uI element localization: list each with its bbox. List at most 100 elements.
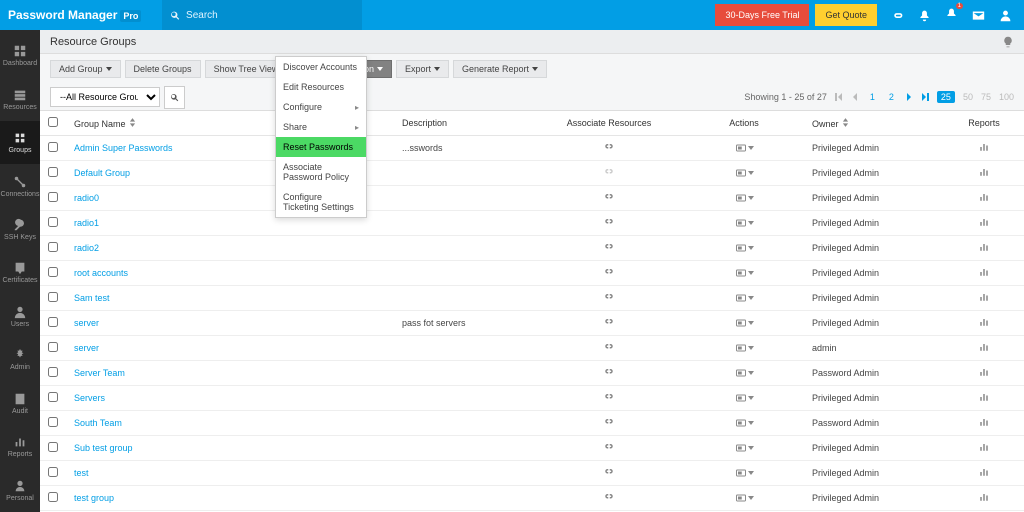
reports-icon[interactable]: [978, 341, 990, 353]
mail-icon[interactable]: [972, 9, 985, 22]
row-checkbox[interactable]: [48, 267, 58, 277]
user-icon[interactable]: [999, 9, 1012, 22]
link-icon[interactable]: [891, 9, 904, 22]
reports-icon[interactable]: [978, 241, 990, 253]
page-next-icon[interactable]: [905, 93, 913, 101]
associate-icon[interactable]: [603, 441, 615, 453]
reports-icon[interactable]: [978, 191, 990, 203]
pagesize-75[interactable]: 75: [981, 92, 991, 102]
col-reports[interactable]: Reports: [944, 111, 1024, 136]
group-name-link[interactable]: Sam test: [66, 286, 394, 311]
group-name-link[interactable]: Sub test group: [66, 436, 394, 461]
reports-icon[interactable]: [978, 266, 990, 278]
reports-icon[interactable]: [978, 166, 990, 178]
row-checkbox[interactable]: [48, 492, 58, 502]
row-checkbox[interactable]: [48, 342, 58, 352]
group-name-link[interactable]: South Team: [66, 411, 394, 436]
row-checkbox[interactable]: [48, 167, 58, 177]
group-name-link[interactable]: server: [66, 311, 394, 336]
page-first-icon[interactable]: [835, 93, 843, 101]
reports-icon[interactable]: [978, 391, 990, 403]
action-icon[interactable]: [735, 192, 747, 204]
action-icon[interactable]: [735, 167, 747, 179]
action-icon[interactable]: [735, 367, 747, 379]
col-desc[interactable]: Description: [394, 111, 534, 136]
pagesize-100[interactable]: 100: [999, 92, 1014, 102]
pagesize-50[interactable]: 50: [963, 92, 973, 102]
group-name-link[interactable]: root accounts: [66, 261, 394, 286]
sidebar-item-groups[interactable]: Groups: [0, 121, 40, 164]
free-trial-button[interactable]: 30-Days Free Trial: [715, 4, 809, 26]
page-1[interactable]: 1: [867, 90, 878, 104]
action-icon[interactable]: [735, 342, 747, 354]
col-owner[interactable]: Owner: [804, 111, 944, 136]
sidebar-item-certificates[interactable]: Certificates: [0, 251, 40, 294]
action-icon[interactable]: [735, 442, 747, 454]
sidebar-item-dashboard[interactable]: Dashboard: [0, 34, 40, 77]
page-2[interactable]: 2: [886, 90, 897, 104]
associate-icon[interactable]: [603, 141, 615, 153]
row-checkbox[interactable]: [48, 317, 58, 327]
menu-item[interactable]: Discover Accounts: [276, 57, 366, 77]
sidebar-item-users[interactable]: Users: [0, 295, 40, 338]
action-icon[interactable]: [735, 467, 747, 479]
reports-icon[interactable]: [978, 366, 990, 378]
associate-icon[interactable]: [603, 216, 615, 228]
associate-icon[interactable]: [603, 291, 615, 303]
associate-icon[interactable]: [603, 191, 615, 203]
col-assoc[interactable]: Associate Resources: [534, 111, 684, 136]
get-quote-button[interactable]: Get Quote: [815, 4, 877, 26]
reports-icon[interactable]: [978, 216, 990, 228]
group-name-link[interactable]: Servers: [66, 386, 394, 411]
row-checkbox[interactable]: [48, 292, 58, 302]
associate-icon[interactable]: [603, 416, 615, 428]
export-button[interactable]: Export: [396, 60, 449, 78]
associate-icon[interactable]: [603, 241, 615, 253]
pagesize-25[interactable]: 25: [937, 91, 955, 103]
sidebar-item-reports[interactable]: Reports: [0, 425, 40, 468]
menu-item[interactable]: Associate Password Policy: [276, 157, 366, 187]
menu-item[interactable]: Configure▸: [276, 97, 366, 117]
associate-icon[interactable]: [603, 316, 615, 328]
add-group-button[interactable]: Add Group: [50, 60, 121, 78]
associate-icon[interactable]: [603, 391, 615, 403]
sidebar-item-connections[interactable]: Connections: [0, 164, 40, 207]
row-checkbox[interactable]: [48, 467, 58, 477]
delete-groups-button[interactable]: Delete Groups: [125, 60, 201, 78]
row-checkbox[interactable]: [48, 417, 58, 427]
associate-icon[interactable]: [603, 266, 615, 278]
reports-icon[interactable]: [978, 491, 990, 503]
col-actions[interactable]: Actions: [684, 111, 804, 136]
select-all-checkbox[interactable]: [48, 117, 58, 127]
search-input[interactable]: [186, 10, 354, 21]
associate-icon[interactable]: [603, 491, 615, 503]
sidebar-item-audit[interactable]: Audit: [0, 382, 40, 425]
reports-icon[interactable]: [978, 416, 990, 428]
report-button[interactable]: Generate Report: [453, 60, 547, 78]
reports-icon[interactable]: [978, 316, 990, 328]
action-icon[interactable]: [735, 142, 747, 154]
associate-icon[interactable]: [603, 166, 615, 178]
reports-icon[interactable]: [978, 141, 990, 153]
group-filter-select[interactable]: --All Resource Groups--: [50, 87, 160, 107]
menu-item[interactable]: Configure Ticketing Settings: [276, 187, 366, 217]
sidebar-item-admin[interactable]: Admin: [0, 338, 40, 381]
action-icon[interactable]: [735, 417, 747, 429]
action-icon[interactable]: [735, 242, 747, 254]
group-name-link[interactable]: server: [66, 336, 394, 361]
group-name-link[interactable]: test: [66, 461, 394, 486]
row-checkbox[interactable]: [48, 242, 58, 252]
row-checkbox[interactable]: [48, 367, 58, 377]
menu-item[interactable]: Reset Passwords: [276, 137, 366, 157]
action-icon[interactable]: [735, 267, 747, 279]
group-name-link[interactable]: test group: [66, 486, 394, 511]
sidebar-item-personal[interactable]: Personal: [0, 469, 40, 512]
associate-icon[interactable]: [603, 366, 615, 378]
group-name-link[interactable]: Server Team: [66, 361, 394, 386]
associate-icon[interactable]: [603, 466, 615, 478]
row-checkbox[interactable]: [48, 392, 58, 402]
row-checkbox[interactable]: [48, 142, 58, 152]
menu-item[interactable]: Share▸: [276, 117, 366, 137]
search-filter-button[interactable]: [164, 86, 185, 109]
alerts-icon[interactable]: [945, 7, 958, 20]
